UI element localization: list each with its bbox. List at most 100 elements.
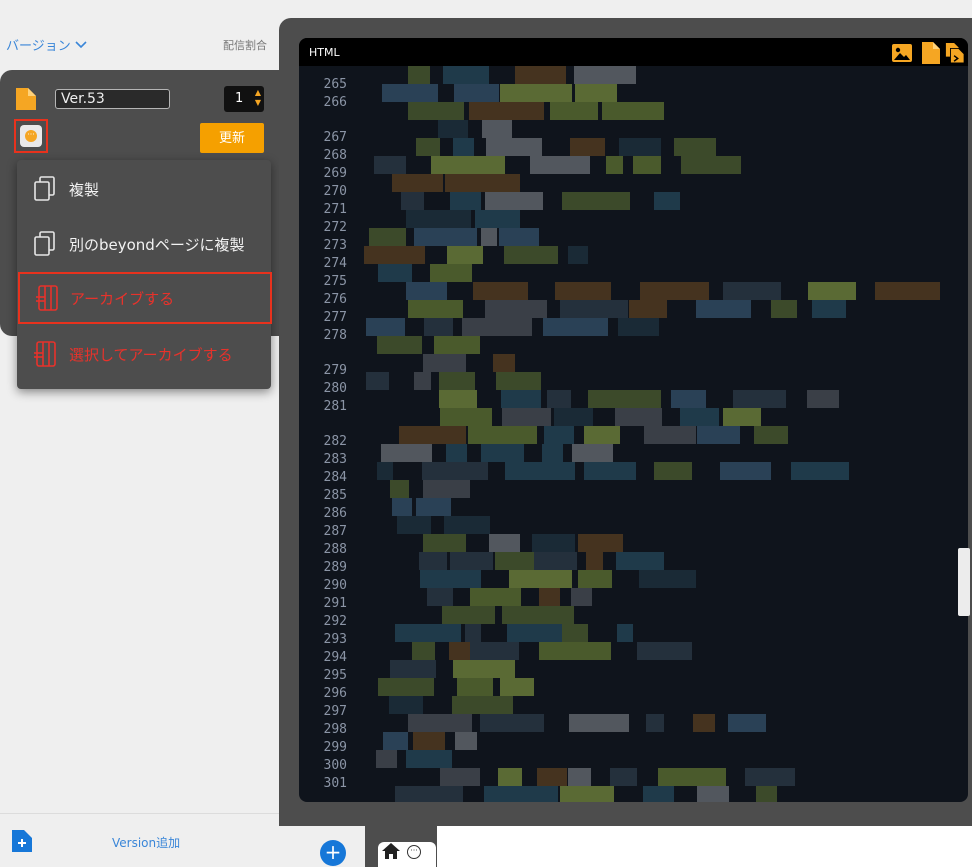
line-number: 279: [323, 363, 347, 378]
code-token: [382, 84, 438, 102]
code-token: [414, 372, 431, 390]
code-token: [537, 768, 567, 786]
code-token: [562, 624, 588, 642]
more-icon: ···: [25, 130, 37, 142]
code-token: [500, 678, 534, 696]
add-page-button[interactable]: +: [320, 840, 346, 866]
code-token: [756, 786, 777, 802]
update-button[interactable]: 更新: [200, 123, 264, 153]
code-token: [875, 282, 940, 300]
code-token: [697, 426, 740, 444]
code-token: [728, 714, 766, 732]
code-token: [733, 390, 786, 408]
stepper-arrows-icon[interactable]: ▲ ▼: [255, 88, 261, 108]
line-number: 268: [323, 148, 347, 163]
code-token: [470, 642, 519, 660]
line-number: 270: [323, 184, 347, 199]
line-number: 289: [323, 560, 347, 575]
code-token: [364, 246, 425, 264]
line-number: 284: [323, 470, 347, 485]
menu-item-duplicate[interactable]: 複製: [17, 163, 271, 215]
line-number: 282: [323, 434, 347, 449]
code-token: [502, 606, 574, 624]
code-token: [575, 84, 617, 102]
code-token: [532, 534, 575, 552]
code-token: [578, 570, 612, 588]
code-token: [377, 336, 422, 354]
code-area[interactable]: [354, 66, 954, 802]
more-icon[interactable]: ···: [407, 845, 421, 859]
code-token: [808, 282, 856, 300]
code-token: [450, 552, 493, 570]
line-number: 281: [323, 399, 347, 414]
code-token: [408, 102, 464, 120]
left-panel: バージョン 配信割合 Ver.53 1 ▲ ▼ ··· 更新 Version追加: [0, 0, 279, 867]
code-token: [481, 228, 497, 246]
duplicate-file-icon[interactable]: [945, 42, 965, 64]
code-token: [378, 678, 434, 696]
code-token: [440, 768, 480, 786]
home-icon[interactable]: [381, 842, 401, 860]
code-token: [408, 714, 472, 732]
code-token: [374, 156, 406, 174]
page-canvas: [437, 826, 972, 867]
code-token: [618, 318, 659, 336]
version-name-field[interactable]: Ver.53: [55, 89, 170, 109]
code-token: [408, 300, 463, 318]
line-number: 291: [323, 596, 347, 611]
version-header-label: バージョン: [6, 39, 71, 54]
ratio-stepper[interactable]: 1 ▲ ▼: [224, 86, 264, 112]
code-token: [416, 498, 451, 516]
line-number: 265: [323, 77, 347, 92]
version-dropdown[interactable]: バージョン: [6, 35, 87, 54]
line-number: 274: [323, 256, 347, 271]
left-footer: Version追加: [0, 813, 279, 867]
code-token: [431, 156, 505, 174]
file-icon[interactable]: [921, 42, 941, 64]
code-token: [390, 480, 409, 498]
code-token: [807, 390, 839, 408]
editor-scrollbar[interactable]: [958, 548, 970, 616]
menu-item-select-archive[interactable]: 選択してアーカイブする: [17, 328, 271, 380]
html-editor[interactable]: HTML 265 266 267 268 269 270 271 272 273 274 275 27…: [299, 38, 968, 802]
menu-item-archive[interactable]: アーカイブする: [18, 272, 272, 324]
code-token: [539, 588, 560, 606]
code-token: [434, 336, 480, 354]
code-token: [457, 678, 493, 696]
code-token: [560, 786, 614, 802]
code-token: [584, 426, 620, 444]
code-token: [485, 192, 543, 210]
menu-item-label: 複製: [69, 180, 100, 199]
add-file-icon[interactable]: [12, 830, 32, 852]
code-token: [791, 462, 849, 480]
menu-item-label: アーカイブする: [70, 289, 175, 308]
code-token: [498, 768, 522, 786]
code-token: [390, 660, 436, 678]
code-token: [568, 246, 588, 264]
line-number: 267: [323, 130, 347, 145]
line-number: 266: [323, 95, 347, 110]
menu-item-copy-to-beyond[interactable]: 別のbeyondページに複製: [17, 218, 271, 270]
code-token: [505, 462, 575, 480]
code-token: [376, 750, 397, 768]
code-token: [493, 354, 515, 372]
chevron-down-icon: [75, 40, 87, 48]
line-number: 272: [323, 220, 347, 235]
code-token: [449, 642, 470, 660]
code-token: [453, 138, 474, 156]
code-token: [674, 138, 716, 156]
code-token: [406, 750, 452, 768]
code-token: [586, 552, 603, 570]
line-number: 290: [323, 578, 347, 593]
code-token: [495, 552, 534, 570]
image-icon[interactable]: [892, 42, 912, 64]
code-token: [639, 570, 696, 588]
code-token: [507, 624, 562, 642]
copy-icon: [34, 231, 55, 256]
code-token: [693, 714, 715, 732]
version-menu-button[interactable]: ···: [14, 119, 48, 153]
add-version-button[interactable]: Version追加: [112, 834, 180, 851]
code-token: [723, 282, 781, 300]
code-token: [754, 426, 788, 444]
context-menu: 複製 別のbeyondページに複製 アーカイブする 選択してアーカイブする: [17, 160, 272, 389]
